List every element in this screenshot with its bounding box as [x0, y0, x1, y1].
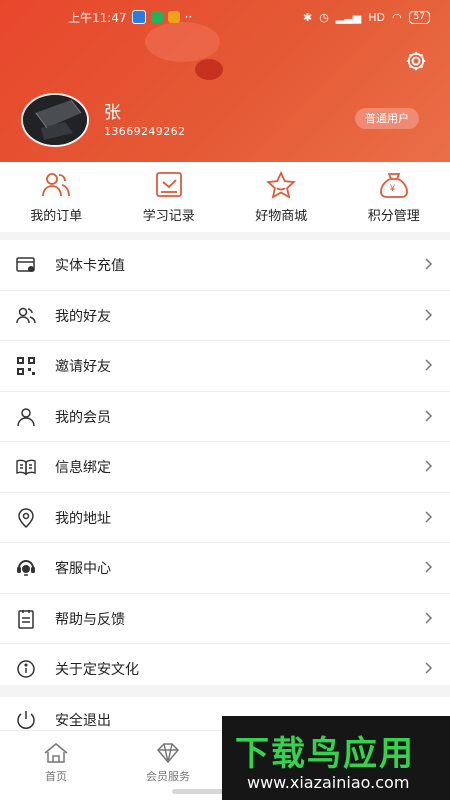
menu-item-my-membership[interactable]: 我的会员 — [0, 392, 450, 443]
svg-text:¥: ¥ — [389, 183, 396, 193]
quick-action-mall[interactable]: 好物商城 — [225, 162, 338, 232]
chevron-right-icon — [425, 410, 433, 422]
headset-icon — [15, 557, 37, 579]
quick-action-orders[interactable]: 我的订单 — [0, 162, 113, 232]
location-icon — [15, 507, 37, 529]
hd-signal-label: HD — [368, 11, 385, 24]
quick-actions-bar: 我的订单 学习记录 好物商城 ¥ 积分管理 — [0, 162, 450, 232]
menu-item-label: 帮助与反馈 — [55, 609, 125, 629]
chevron-right-icon — [425, 561, 433, 573]
settings-gear-icon[interactable] — [404, 49, 428, 73]
home-icon — [42, 741, 70, 765]
menu-item-label: 关于定安文化 — [55, 659, 139, 679]
status-bar: 上午11:47 ·· ✱ ◷ ▂▃▅ HD ◠ 57 — [0, 0, 450, 34]
book-icon — [15, 456, 37, 478]
quick-action-label: 我的订单 — [0, 205, 113, 224]
star-icon — [265, 170, 297, 200]
chevron-right-icon — [425, 612, 433, 624]
quick-action-label: 好物商城 — [225, 205, 338, 224]
notification-app-icon — [168, 11, 180, 23]
nav-label: 会员服务 — [112, 768, 224, 784]
chevron-right-icon — [425, 359, 433, 371]
battery-icon: 57 — [409, 11, 430, 24]
chevron-right-icon — [425, 662, 433, 674]
notification-app-icon — [151, 11, 163, 23]
logout-label: 安全退出 — [55, 710, 111, 730]
user-phone: 13669249262 — [104, 125, 185, 138]
chevron-right-icon — [425, 511, 433, 523]
status-time: 上午11:47 — [68, 9, 127, 26]
menu-item-label: 客服中心 — [55, 558, 111, 578]
watermark-url: www.xiazainiao.com — [247, 773, 409, 792]
menu-item-label: 我的会员 — [55, 407, 111, 427]
menu-item-label: 我的好友 — [55, 306, 111, 326]
user-name: 张 — [104, 98, 121, 123]
friends-icon — [15, 305, 37, 327]
info-icon — [15, 658, 37, 680]
settings-menu-list: 实体卡充值 我的好友 邀请好友 我的会员 信息绑定 — [0, 240, 450, 685]
quick-action-points[interactable]: ¥ 积分管理 — [338, 162, 450, 232]
people-icon — [40, 170, 72, 200]
nav-home[interactable]: 首页 — [0, 731, 112, 801]
avatar[interactable] — [21, 93, 89, 147]
alarm-icon: ◷ — [319, 11, 329, 24]
menu-item-customer-service[interactable]: 客服中心 — [0, 543, 450, 594]
quick-action-label: 积分管理 — [338, 205, 450, 224]
chevron-right-icon — [425, 309, 433, 321]
menu-item-info-binding[interactable]: 信息绑定 — [0, 442, 450, 493]
menu-item-label: 信息绑定 — [55, 457, 111, 477]
quick-action-study-record[interactable]: 学习记录 — [113, 162, 226, 232]
watermark-title: 下载鸟应用 — [235, 726, 415, 775]
menu-item-label: 实体卡充值 — [55, 255, 125, 275]
nav-label: 首页 — [0, 768, 112, 784]
card-icon — [15, 254, 37, 276]
menu-item-help-feedback[interactable]: 帮助与反馈 — [0, 594, 450, 645]
menu-item-label: 邀请好友 — [55, 356, 111, 376]
menu-item-label: 我的地址 — [55, 508, 111, 528]
watermark-overlay: 下载鸟应用 www.xiazainiao.com — [222, 716, 450, 800]
quick-action-label: 学习记录 — [113, 205, 226, 224]
qr-code-icon — [15, 355, 37, 377]
user-icon — [15, 406, 37, 428]
menu-item-my-address[interactable]: 我的地址 — [0, 493, 450, 544]
signal-icon: ▂▃▅ — [336, 11, 361, 24]
more-notifications-dots: ·· — [185, 10, 193, 24]
chevron-right-icon — [425, 460, 433, 472]
feedback-icon — [15, 608, 37, 630]
menu-item-invite-friends[interactable]: 邀请好友 — [0, 341, 450, 392]
menu-item-card-recharge[interactable]: 实体卡充值 — [0, 240, 450, 291]
bluetooth-icon: ✱ — [303, 11, 312, 24]
notification-app-icon — [132, 10, 146, 24]
menu-item-my-friends[interactable]: 我的好友 — [0, 291, 450, 342]
member-level-badge: 普通用户 — [355, 108, 419, 129]
wifi-icon: ◠ — [392, 11, 402, 24]
diamond-icon — [154, 741, 182, 765]
study-record-icon — [153, 170, 185, 200]
chevron-right-icon — [425, 258, 433, 270]
decorative-bubble — [195, 59, 223, 80]
power-icon — [15, 709, 37, 731]
money-bag-icon: ¥ — [378, 170, 410, 200]
menu-item-about[interactable]: 关于定安文化 — [0, 644, 450, 694]
